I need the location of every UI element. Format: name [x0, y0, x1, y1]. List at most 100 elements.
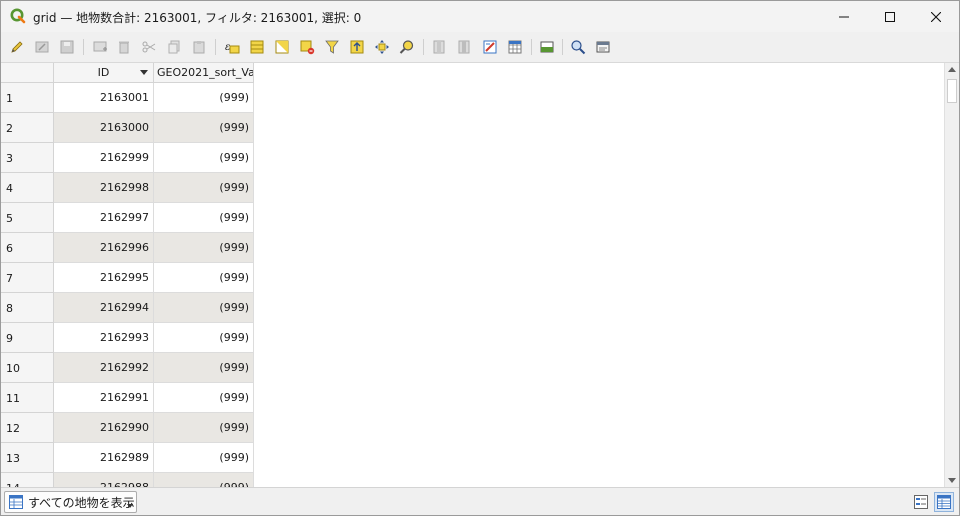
cut-button[interactable] — [139, 37, 159, 57]
id-cell[interactable]: 2163000 — [54, 113, 154, 143]
table-row[interactable]: 7 2162995 (999) — [1, 263, 254, 293]
close-button[interactable] — [913, 1, 959, 32]
row-number[interactable]: 6 — [1, 233, 54, 263]
geo-value-cell[interactable]: (999) — [154, 473, 254, 487]
row-number[interactable]: 7 — [1, 263, 54, 293]
id-cell[interactable]: 2162990 — [54, 413, 154, 443]
move-selection-top-button[interactable] — [347, 37, 367, 57]
scroll-down-arrow-icon[interactable] — [948, 478, 956, 483]
id-cell[interactable]: 2163001 — [54, 83, 154, 113]
multi-edit-button[interactable] — [32, 37, 52, 57]
geo-value-cell[interactable]: (999) — [154, 323, 254, 353]
row-number[interactable]: 9 — [1, 323, 54, 353]
id-cell[interactable]: 2162988 — [54, 473, 154, 487]
conditional-formatting-button[interactable] — [505, 37, 525, 57]
feature-filter-button[interactable]: すべての地物を表示 — [4, 491, 137, 513]
geo-value-cell[interactable]: (999) — [154, 83, 254, 113]
geo-value-cell[interactable]: (999) — [154, 113, 254, 143]
maximize-button[interactable] — [867, 1, 913, 32]
geo-value-cell[interactable]: (999) — [154, 353, 254, 383]
invert-selection-button[interactable] — [272, 37, 292, 57]
row-number[interactable]: 11 — [1, 383, 54, 413]
delete-selected-button[interactable] — [114, 37, 134, 57]
id-cell[interactable]: 2162991 — [54, 383, 154, 413]
add-feature-button[interactable] — [90, 37, 110, 57]
geo-value-cell[interactable]: (999) — [154, 173, 254, 203]
id-cell[interactable]: 2162993 — [54, 323, 154, 353]
table-view-toggle[interactable] — [934, 492, 954, 512]
id-cell[interactable]: 2162997 — [54, 203, 154, 233]
scrollbar-thumb[interactable] — [947, 79, 957, 103]
paste-button[interactable] — [189, 37, 209, 57]
geo-value-cell[interactable]: (999) — [154, 443, 254, 473]
id-cell[interactable]: 2162989 — [54, 443, 154, 473]
id-cell[interactable]: 2162999 — [54, 143, 154, 173]
row-number[interactable]: 8 — [1, 293, 54, 323]
geo-value-cell[interactable]: (999) — [154, 293, 254, 323]
table-row[interactable]: 5 2162997 (999) — [1, 203, 254, 233]
attribute-toolbar: ε — [1, 32, 959, 63]
dock-table-button[interactable] — [537, 37, 557, 57]
geo-value-cell[interactable]: (999) — [154, 143, 254, 173]
row-number[interactable]: 12 — [1, 413, 54, 443]
select-all-button[interactable] — [247, 37, 267, 57]
table-row[interactable]: 1 2163001 (999) — [1, 83, 254, 113]
filter-select-button[interactable] — [322, 37, 342, 57]
row-number[interactable]: 5 — [1, 203, 54, 233]
table-row[interactable]: 14 2162988 (999) — [1, 473, 254, 487]
row-number[interactable]: 10 — [1, 353, 54, 383]
select-by-expression-button[interactable]: ε — [222, 37, 242, 57]
id-cell[interactable]: 2162995 — [54, 263, 154, 293]
geo-value-cell[interactable]: (999) — [154, 263, 254, 293]
delete-field-button[interactable] — [455, 37, 475, 57]
save-edits-button[interactable] — [57, 37, 77, 57]
geo-value-cell[interactable]: (999) — [154, 413, 254, 443]
zoom-to-selected-button[interactable] — [397, 37, 417, 57]
column-header-id[interactable]: ID — [54, 63, 154, 83]
table-row[interactable]: 11 2162991 (999) — [1, 383, 254, 413]
pan-to-selected-button[interactable] — [372, 37, 392, 57]
table-row[interactable]: 10 2162992 (999) — [1, 353, 254, 383]
actions-button[interactable] — [568, 37, 588, 57]
table-row[interactable]: 12 2162990 (999) — [1, 413, 254, 443]
copy-button[interactable] — [164, 37, 184, 57]
form-view-button[interactable] — [593, 37, 613, 57]
scroll-up-arrow-icon[interactable] — [948, 67, 956, 72]
table-row[interactable]: 9 2162993 (999) — [1, 323, 254, 353]
table-row[interactable]: 3 2162999 (999) — [1, 143, 254, 173]
table-row[interactable]: 6 2162996 (999) — [1, 233, 254, 263]
new-field-button[interactable] — [430, 37, 450, 57]
copy-icon — [168, 40, 180, 54]
toggle-editing-button[interactable] — [7, 37, 27, 57]
row-number[interactable]: 1 — [1, 83, 54, 113]
deselect-all-button[interactable] — [297, 37, 317, 57]
minimize-button[interactable] — [821, 1, 867, 32]
table-row[interactable]: 4 2162998 (999) — [1, 173, 254, 203]
column-header-geo2021-sort-value[interactable]: GEO2021_sort_Valu — [154, 63, 254, 83]
row-number[interactable]: 14 — [1, 473, 54, 487]
vertical-scrollbar[interactable] — [944, 63, 959, 487]
expression-select-icon: ε — [225, 42, 240, 54]
geo-value-cell[interactable]: (999) — [154, 203, 254, 233]
table-row[interactable]: 2 2163000 (999) — [1, 113, 254, 143]
row-number[interactable]: 4 — [1, 173, 54, 203]
table-row[interactable]: 8 2162994 (999) — [1, 293, 254, 323]
id-cell[interactable]: 2162992 — [54, 353, 154, 383]
field-calculator-button[interactable] — [480, 37, 500, 57]
row-number[interactable]: 2 — [1, 113, 54, 143]
geo-value-cell[interactable]: (999) — [154, 233, 254, 263]
id-cell[interactable]: 2162998 — [54, 173, 154, 203]
form-view-toggle[interactable] — [911, 492, 931, 512]
id-cell[interactable]: 2162996 — [54, 233, 154, 263]
table-row[interactable]: 13 2162989 (999) — [1, 443, 254, 473]
toolbar-separator — [531, 39, 532, 55]
row-number[interactable]: 3 — [1, 143, 54, 173]
qgis-logo-icon — [10, 8, 26, 24]
table-corner[interactable] — [1, 63, 54, 83]
geo-value-cell[interactable]: (999) — [154, 383, 254, 413]
dropdown-arrow-icon — [127, 504, 133, 508]
pencil-icon — [11, 41, 23, 53]
id-cell[interactable]: 2162994 — [54, 293, 154, 323]
move-top-icon — [350, 40, 364, 54]
row-number[interactable]: 13 — [1, 443, 54, 473]
